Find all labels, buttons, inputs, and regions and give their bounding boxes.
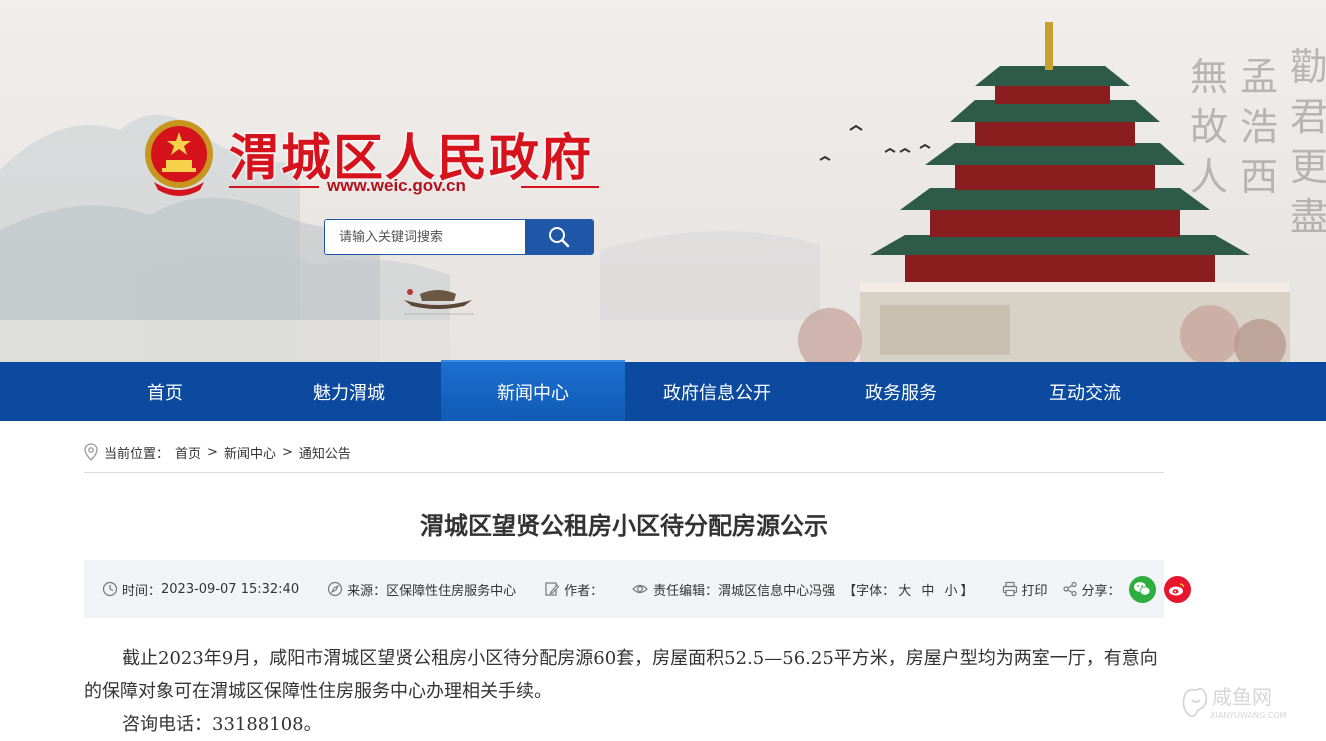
header-banner: 孟 浩 西 勸 君 更 盡 無 故 人 渭城区人民政府 www.weic.gov…	[0, 0, 1326, 362]
svg-text:故: 故	[1190, 105, 1228, 149]
wechat-icon	[1134, 582, 1151, 596]
share-group: 分享：	[1062, 575, 1191, 603]
svg-text:浩: 浩	[1240, 105, 1278, 149]
breadcrumb: 当前位置： 首页 > 新闻中心 > 通知公告	[84, 440, 1164, 473]
svg-text:盡: 盡	[1290, 195, 1326, 239]
birds	[819, 124, 931, 161]
printer-icon	[1002, 581, 1017, 597]
svg-text:無: 無	[1190, 55, 1228, 99]
meta-author-label: 作者：	[564, 583, 604, 599]
eye-icon	[632, 584, 648, 594]
search-input[interactable]	[325, 220, 526, 254]
svg-text:人: 人	[1190, 155, 1228, 199]
meta-time: 时间： 2023-09-07 15:32:40	[102, 580, 299, 599]
font-size-close: 】	[960, 583, 974, 599]
meta-editor-label: 责任编辑：	[653, 583, 719, 599]
print-label: 打印	[1021, 583, 1048, 599]
clock-icon	[102, 581, 118, 597]
article-paragraph: 咨询电话：33188108。	[122, 714, 322, 735]
compass-icon	[327, 581, 343, 597]
nav-item-gov-info[interactable]: 政府信息公开	[625, 362, 809, 421]
svg-text:君: 君	[1290, 95, 1326, 139]
nav-item-interaction[interactable]: 互动交流	[993, 362, 1177, 421]
svg-text:孟: 孟	[1240, 55, 1278, 99]
url-decor-line-left	[229, 186, 319, 188]
article-meta-bar: 时间： 2023-09-07 15:32:40 来源： 区保障性住房服务中心 作…	[84, 560, 1191, 618]
font-size-small[interactable]: 小	[945, 584, 958, 599]
breadcrumb-separator: >	[207, 444, 218, 460]
share-wechat-button[interactable]	[1128, 575, 1156, 603]
meta-source-value: 区保障性住房服务中心	[386, 583, 517, 599]
print-button[interactable]: 打印	[1002, 580, 1048, 599]
weibo-icon	[1169, 583, 1185, 596]
search-box	[324, 219, 594, 255]
nav-item-news-center[interactable]: 新闻中心	[441, 360, 625, 421]
article-paragraph: 截止2023年9月，咸阳市渭城区望贤公租房小区待分配房源60套，房屋面积52.5…	[84, 648, 1158, 702]
watermark-sub: XIANYUWANG.COM	[1210, 711, 1287, 720]
location-pin-icon	[84, 443, 98, 461]
meta-editor-value: 渭城区信息中心冯强	[718, 583, 836, 599]
font-size-options: 大 中 小	[895, 580, 960, 599]
url-decor-line-right	[521, 186, 599, 188]
main-nav: 首页 魅力渭城 新闻中心 政府信息公开 政务服务 互动交流	[0, 360, 1326, 421]
breadcrumb-separator: >	[281, 444, 293, 460]
breadcrumb-notices[interactable]: 通知公告	[299, 443, 351, 462]
site-url-row: www.weic.gov.cn	[229, 176, 599, 198]
article-body: 截止2023年9月，咸阳市渭城区望贤公租房小区待分配房源60套，房屋面积52.5…	[84, 642, 1164, 741]
breadcrumb-news-center[interactable]: 新闻中心	[224, 443, 276, 462]
meta-time-value: 2023-09-07 15:32:40	[161, 581, 300, 597]
search-button[interactable]	[525, 220, 593, 254]
magnifier-icon	[549, 227, 570, 248]
svg-text:西: 西	[1240, 155, 1278, 199]
font-size-large[interactable]: 大	[898, 584, 911, 599]
site-url: www.weic.gov.cn	[327, 176, 466, 195]
nav-item-home[interactable]: 首页	[73, 362, 257, 421]
meta-author: 作者：	[544, 580, 603, 599]
share-label: 分享：	[1081, 583, 1121, 599]
meta-editor: 责任编辑： 渭城区信息中心冯强 【字体： 大 中 小 】	[631, 580, 974, 599]
watermark-logo: 咸鱼网 XIANYUWANG.COM	[1182, 685, 1287, 720]
svg-text:更: 更	[1290, 145, 1326, 189]
share-icon	[1062, 581, 1077, 597]
meta-time-label: 时间：	[122, 583, 162, 599]
breadcrumb-label: 当前位置：	[104, 446, 170, 462]
font-size-medium[interactable]: 中	[921, 584, 934, 599]
share-weibo-button[interactable]	[1163, 575, 1191, 603]
watermark-text: 咸鱼网	[1212, 685, 1272, 709]
breadcrumb-home[interactable]: 首页	[175, 443, 201, 462]
article-title: 渭城区望贤公租房小区待分配房源公示	[420, 512, 828, 540]
font-size-open: 【字体：	[843, 583, 896, 599]
meta-source: 来源： 区保障性住房服务中心	[327, 580, 516, 599]
pen-icon	[545, 582, 560, 596]
nav-item-gov-services[interactable]: 政务服务	[809, 362, 993, 421]
nav-item-charm-weicheng[interactable]: 魅力渭城	[257, 362, 441, 421]
svg-text:勸: 勸	[1290, 45, 1326, 89]
national-emblem-icon	[145, 120, 213, 196]
meta-source-label: 来源：	[347, 583, 387, 599]
